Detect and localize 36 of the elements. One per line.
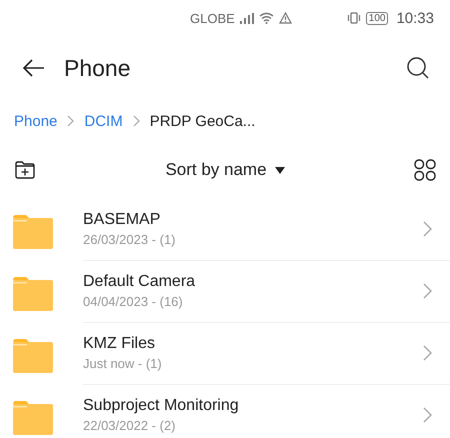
folder-item[interactable]: KMZ Files Just now - (1): [0, 322, 450, 384]
folder-icon: [13, 277, 53, 311]
breadcrumb-link[interactable]: Phone: [14, 112, 58, 130]
folder-icon: [13, 401, 53, 435]
battery-level: 100: [366, 12, 388, 24]
folder-details: 04/04/2023 - (16): [83, 294, 184, 308]
folder-icon: [13, 339, 53, 373]
chevron-icon: [132, 115, 140, 127]
caret-icon: [274, 166, 285, 174]
warning-icon: [278, 12, 292, 24]
signal-icon: [240, 12, 254, 24]
breadcrumb-current: PRDP GeoCa...: [150, 112, 256, 130]
folder-icon: [13, 215, 53, 249]
chevron-icon: [423, 344, 432, 360]
chevron-icon: [67, 115, 74, 127]
sort-dropdown[interactable]: Sort by name: [161, 156, 289, 184]
breadcrumb-link[interactable]: DCIM: [84, 112, 123, 130]
carrier-name: GLOBE: [190, 10, 235, 26]
folder-details: 22/03/2022 - (2): [83, 418, 177, 433]
folder-details: 26/03/2023 - (1): [83, 232, 177, 246]
folder-name: Subproject Monitoring: [83, 397, 240, 415]
chevron-icon: [423, 282, 432, 298]
vibrate-icon: [346, 12, 361, 24]
chevron-icon: [423, 220, 432, 236]
wifi-icon: [258, 12, 274, 24]
grid-view-button[interactable]: [412, 157, 438, 183]
screen-title: Phone: [64, 54, 132, 82]
folder-item[interactable]: Default Camera 04/04/2023 - (16): [0, 260, 450, 322]
clock: 10:33: [396, 10, 434, 26]
folder-item[interactable]: Subproject Monitoring 22/03/2022 - (2): [0, 384, 450, 438]
folder-item[interactable]: BASEMAP 26/03/2023 - (1): [0, 198, 450, 260]
chevron-icon: [423, 407, 432, 423]
folder-name: Default Camera: [83, 272, 196, 290]
folder-name: BASEMAP: [83, 210, 162, 228]
folder-name: KMZ Files: [83, 334, 156, 352]
folder-details: Just now - (1): [83, 356, 163, 370]
